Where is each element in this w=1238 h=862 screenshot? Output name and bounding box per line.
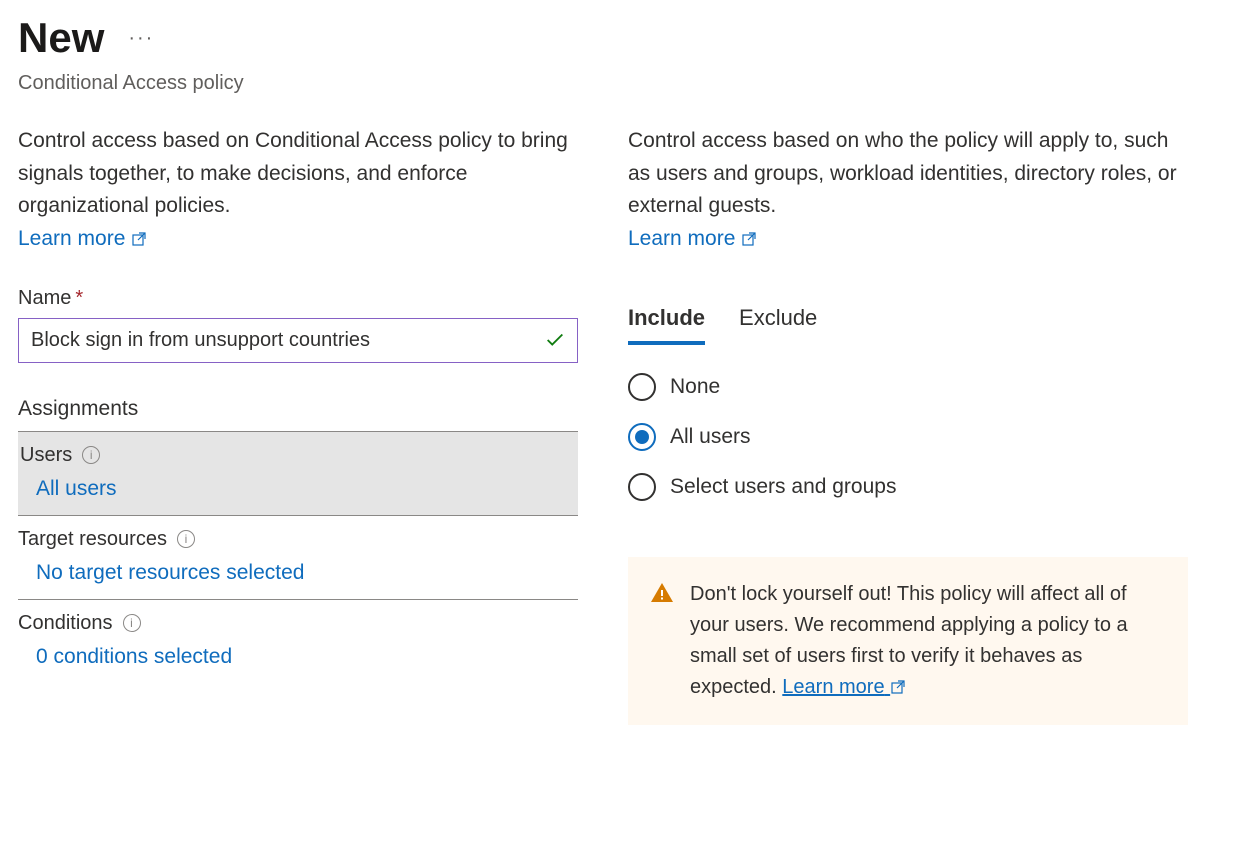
radio-icon — [628, 373, 656, 401]
page-subtitle: Conditional Access policy — [18, 72, 1220, 95]
radio-none[interactable]: None — [628, 373, 1188, 401]
users-value: All users — [18, 477, 578, 501]
learn-more-users-link[interactable]: Learn more — [628, 227, 757, 251]
lockout-warning-banner: Don't lock yourself out! This policy wil… — [628, 557, 1188, 725]
more-actions-icon[interactable]: ··· — [128, 27, 154, 50]
assignments-header: Assignments — [18, 397, 578, 432]
tab-exclude[interactable]: Exclude — [739, 305, 817, 345]
target-resources-row[interactable]: Target resources i No target resources s… — [18, 516, 578, 600]
info-icon[interactable]: i — [123, 614, 141, 632]
users-description: Control access based on who the policy w… — [628, 125, 1188, 223]
required-asterisk: * — [75, 287, 83, 309]
include-exclude-tabs: Include Exclude — [628, 305, 1188, 345]
target-resources-label: Target resources — [18, 528, 167, 551]
page-title: New — [18, 14, 104, 62]
radio-icon — [628, 473, 656, 501]
users-scope-radio-group: None All users Select users and groups — [628, 373, 1188, 501]
learn-more-text: Learn more — [18, 227, 125, 251]
warning-learn-more-link[interactable]: Learn more — [782, 676, 906, 698]
external-link-icon — [890, 679, 906, 695]
page-header: New ··· Conditional Access policy — [18, 14, 1220, 95]
external-link-icon — [741, 231, 757, 247]
right-panel: Control access based on who the policy w… — [628, 125, 1188, 725]
checkmark-icon — [544, 329, 566, 351]
radio-select-users-label: Select users and groups — [670, 475, 896, 499]
users-row[interactable]: Users i All users — [18, 432, 578, 516]
tab-include[interactable]: Include — [628, 305, 705, 345]
warning-icon — [650, 581, 674, 605]
conditions-label: Conditions — [18, 612, 113, 635]
left-panel: Control access based on Conditional Acce… — [18, 125, 578, 725]
learn-more-text: Learn more — [628, 227, 735, 251]
learn-more-link[interactable]: Learn more — [18, 227, 147, 251]
radio-all-users-label: All users — [670, 425, 751, 449]
target-resources-value: No target resources selected — [18, 561, 578, 585]
info-icon[interactable]: i — [177, 530, 195, 548]
radio-all-users[interactable]: All users — [628, 423, 1188, 451]
info-icon[interactable]: i — [82, 446, 100, 464]
conditions-value: 0 conditions selected — [18, 645, 578, 669]
policy-description: Control access based on Conditional Acce… — [18, 125, 578, 223]
external-link-icon — [131, 231, 147, 247]
radio-select-users[interactable]: Select users and groups — [628, 473, 1188, 501]
policy-name-input[interactable] — [18, 318, 578, 363]
radio-icon — [628, 423, 656, 451]
warning-text: Don't lock yourself out! This policy wil… — [690, 583, 1128, 698]
radio-none-label: None — [670, 375, 720, 399]
users-label: Users — [20, 444, 72, 467]
name-field-label: Name* — [18, 287, 578, 310]
conditions-row[interactable]: Conditions i 0 conditions selected — [18, 600, 578, 683]
